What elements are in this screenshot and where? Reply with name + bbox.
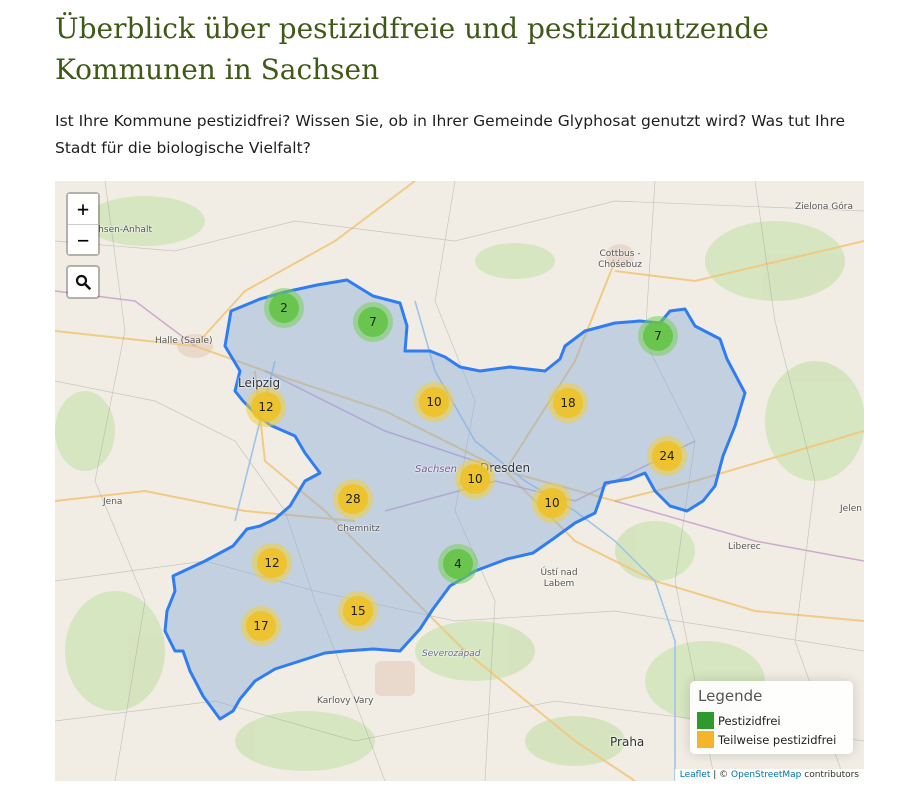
- zoom-out-button[interactable]: −: [68, 224, 98, 254]
- map-legend: Legende Pestizidfrei Teilweise pestizidf…: [690, 681, 853, 754]
- cluster-count: 24: [652, 441, 682, 471]
- legend-label: Teilweise pestizidfrei: [718, 732, 837, 747]
- cluster-count: 10: [419, 387, 449, 417]
- cluster-marker[interactable]: 28: [333, 479, 373, 519]
- map-attribution: Leaflet | © OpenStreetMap contributors: [674, 769, 864, 781]
- cluster-count: 18: [553, 388, 583, 418]
- leaflet-link[interactable]: Leaflet: [680, 770, 711, 780]
- label-liberec: Liberec: [728, 542, 761, 552]
- search-icon: [75, 274, 91, 290]
- label-jelen: Jelen: [840, 504, 862, 514]
- cluster-marker[interactable]: 17: [241, 606, 281, 646]
- cluster-marker[interactable]: 7: [353, 302, 393, 342]
- intro-text: Ist Ihre Kommune pestizidfrei? Wissen Si…: [55, 112, 846, 157]
- cluster-marker[interactable]: 10: [455, 459, 495, 499]
- cluster-marker[interactable]: 24: [647, 436, 687, 476]
- map[interactable]: Sachsen-Anhalt Zielona Góra Cottbus - Ch…: [55, 181, 864, 781]
- cluster-marker[interactable]: 12: [252, 543, 292, 583]
- cluster-marker[interactable]: 4: [438, 544, 478, 584]
- page-title: Überblick über pestizidfreie und pestizi…: [55, 12, 769, 86]
- label-chemnitz: Chemnitz: [337, 524, 380, 534]
- cluster-count: 2: [269, 293, 299, 323]
- cluster-marker[interactable]: 2: [264, 288, 304, 328]
- legend-title: Legende: [698, 687, 763, 705]
- zoom-in-button[interactable]: +: [68, 194, 98, 224]
- cluster-marker[interactable]: 18: [548, 383, 588, 423]
- cluster-count: 10: [537, 488, 567, 518]
- zoom-control: + −: [66, 192, 100, 256]
- cluster-count: 15: [343, 596, 373, 626]
- label-sachsen: Sachsen: [415, 464, 458, 475]
- osm-link[interactable]: OpenStreetMap: [731, 770, 801, 780]
- cluster-count: 12: [251, 392, 281, 422]
- cluster-marker[interactable]: 10: [414, 382, 454, 422]
- legend-label: Pestizidfrei: [718, 713, 781, 728]
- cluster-marker[interactable]: 10: [532, 483, 572, 523]
- search-button[interactable]: [66, 265, 100, 299]
- label-praha: Praha: [610, 735, 645, 749]
- cluster-marker[interactable]: 7: [638, 316, 678, 356]
- cluster-count: 12: [257, 548, 287, 578]
- label-zielona-gora: Zielona Góra: [795, 202, 853, 212]
- legend-item-pestizidfrei: Pestizidfrei: [697, 712, 781, 729]
- legend-item-teilweise: Teilweise pestizidfrei: [697, 731, 836, 748]
- cluster-count: 17: [246, 611, 276, 641]
- cluster-count: 7: [643, 321, 673, 351]
- legend-swatch: [697, 712, 714, 729]
- label-jena: Jena: [103, 497, 123, 507]
- cluster-count: 10: [460, 464, 490, 494]
- label-severozapad: Severozápad: [422, 649, 481, 659]
- attribution-contributors: contributors: [801, 770, 859, 780]
- legend-swatch: [697, 731, 714, 748]
- attribution-separator: | ©: [710, 770, 732, 780]
- cluster-marker[interactable]: 15: [338, 591, 378, 631]
- label-halle: Halle (Saale): [155, 336, 213, 346]
- cluster-count: 4: [443, 549, 473, 579]
- cluster-count: 28: [338, 484, 368, 514]
- cluster-count: 7: [358, 307, 388, 337]
- cluster-marker[interactable]: 12: [246, 387, 286, 427]
- label-karlovy-vary: Karlovy Vary: [317, 696, 374, 706]
- label-cottbus: Cottbus - Chóśebuz: [598, 249, 642, 270]
- label-usti: Ústí nad Labem: [540, 568, 578, 589]
